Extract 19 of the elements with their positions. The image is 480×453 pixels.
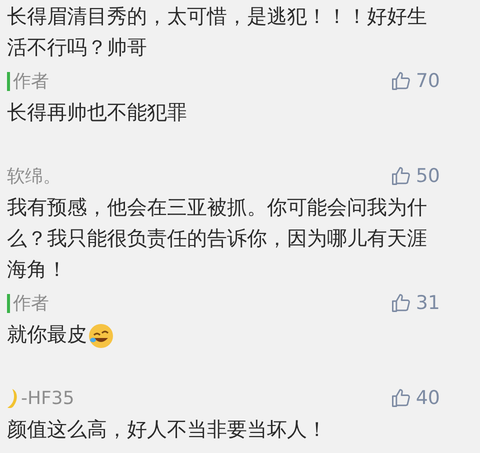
- author-marker: [7, 294, 10, 312]
- author-label: 作者: [13, 70, 49, 94]
- like-button[interactable]: 70: [390, 66, 440, 96]
- thumbs-up-icon[interactable]: [390, 387, 412, 409]
- author-marker: [7, 72, 10, 90]
- comment-text: 我有预感，他会在三亚被抓。你可能会问我为什么？我只能很负责任的告诉你，因为哪儿有天涯海角！: [7, 194, 428, 283]
- like-button[interactable]: 50: [390, 162, 440, 190]
- thumbs-up-icon[interactable]: [390, 70, 412, 92]
- user-name: -HF35: [21, 386, 74, 410]
- comment-text: 颜值这么高，好人不当非要当坏人！: [7, 416, 328, 443]
- thumbs-up-icon[interactable]: [390, 292, 412, 314]
- comment-text: 就你最皮: [7, 319, 444, 350]
- user-name: 软绵。: [7, 164, 61, 188]
- like-button[interactable]: 31: [390, 288, 440, 318]
- comment-text: 长得眉清目秀的，太可惜，是逃犯！！！好好生活不行吗？帅哥: [7, 3, 428, 61]
- author-label: 作者: [13, 292, 49, 316]
- thumbs-up-icon[interactable]: [390, 165, 412, 187]
- like-button[interactable]: 40: [390, 384, 440, 412]
- comment-text: 长得再帅也不能犯罪: [7, 99, 188, 126]
